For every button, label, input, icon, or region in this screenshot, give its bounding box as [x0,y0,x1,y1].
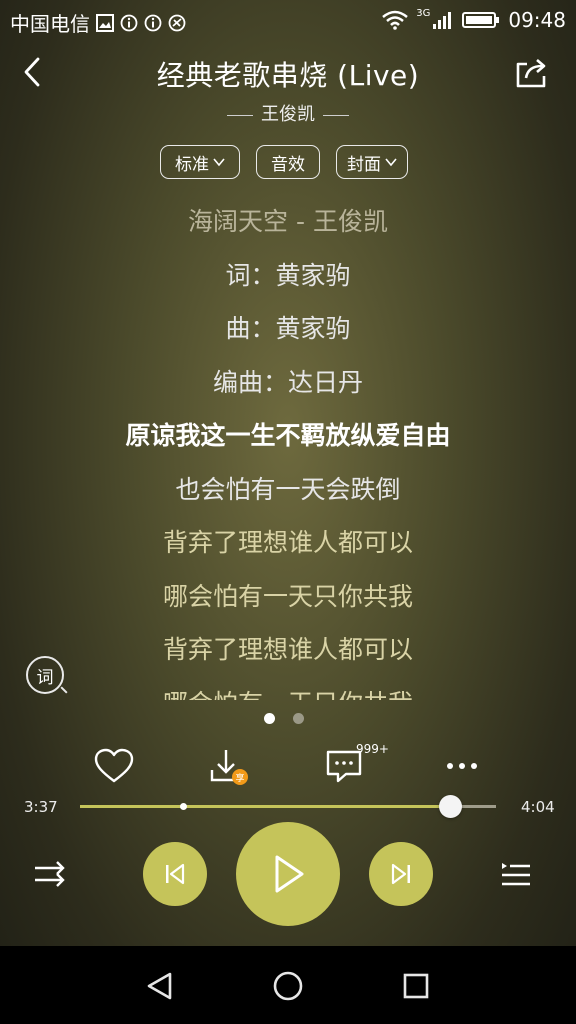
seek-thumb[interactable] [438,795,462,818]
previous-icon [166,863,185,885]
seek-bar[interactable] [80,795,496,818]
shuffle-icon [35,861,65,887]
play-icon [275,855,304,893]
info-icon [144,14,162,31]
status-right: 3G 09:48 [382,8,566,32]
info-icon [120,14,138,31]
next-button[interactable] [369,842,433,906]
artist-row: 王俊凯 [0,100,576,126]
square-recents-icon [403,973,429,999]
status-bar: 中国电信 3G 09:48 [0,0,576,40]
more-button[interactable] [438,742,486,790]
option-pills: 标准 音效 封面 [0,145,576,181]
lyric-line: 也会怕有一天会跌倒 [175,474,401,504]
nav-back-button[interactable] [140,966,180,1006]
status-left: 中国电信 [10,8,186,37]
buffer-marker [179,803,187,810]
page-dot[interactable] [293,713,304,724]
clock: 09:48 [508,8,566,32]
play-button[interactable] [236,822,340,926]
page-indicator [264,713,304,724]
lyrics-panel[interactable]: 海阔天空 - 王俊凯 词：黄家驹 曲：黄家驹 编曲：达日丹 原谅我这一生不羁放纵… [0,195,576,700]
total-time: 4:04 [521,798,555,816]
seek-bar-fill [80,805,450,808]
previous-button[interactable] [143,842,207,906]
elapsed-time: 3:37 [24,798,58,816]
comment-count: 999+ [356,742,389,756]
lyric-line: 哪会怕有一天只你共我 [162,581,413,611]
playback-controls [0,820,576,930]
action-row: 享 [0,742,576,790]
next-icon [391,863,410,885]
carrier-label: 中国电信 [10,12,90,36]
song-title: 经典老歌串烧 (Live) [156,59,420,92]
download-button[interactable]: 享 [202,742,250,790]
cover-label: 封面 [347,154,381,175]
quality-label: 标准 [175,154,209,175]
chevron-down-icon [385,158,397,167]
system-nav-bar [0,946,576,1024]
shuffle-button[interactable] [30,856,70,892]
sound-effect-label: 音效 [271,154,305,175]
lyric-line: 词：黄家驹 [225,260,351,290]
download-badge: 享 [232,769,248,785]
playlist-button[interactable] [498,856,534,892]
lyric-line-current: 原谅我这一生不羁放纵爱自由 [125,421,451,450]
more-icon [447,763,477,769]
network-type-label: 3G [416,7,431,19]
quality-select-button[interactable]: 标准 [160,145,240,179]
cover-select-button[interactable]: 封面 [336,145,408,179]
battery-icon [462,12,500,28]
like-button[interactable] [90,742,138,790]
lyric-line: 编曲：达日丹 [212,367,363,397]
divider [227,114,253,116]
heart-icon [94,748,134,783]
nav-recents-button[interactable] [396,966,436,1006]
gallery-icon [96,13,114,32]
sound-effect-button[interactable]: 音效 [256,145,320,179]
circle-home-icon [273,971,303,1001]
lyric-line: 曲：黄家驹 [225,314,351,343]
playlist-icon [502,863,530,886]
header: 经典老歌串烧 (Live) 王俊凯 [0,44,576,140]
lyric-line: 海阔天空 - 王俊凯 [188,207,388,236]
wifi-icon [382,10,409,30]
lyric-line: 背弃了理想谁人都可以 [162,528,413,557]
lyrics-search-button[interactable]: 词 [26,656,64,694]
lyric-line: 哪会怕有一天只你共我 [0,677,576,701]
signal-icon [433,12,452,29]
chevron-down-icon [213,158,225,167]
divider [323,114,349,116]
artist-name[interactable]: 王俊凯 [261,104,315,125]
share-icon[interactable] [514,54,550,90]
lyrics-toggle-label: 词 [36,667,54,688]
triangle-back-icon [147,972,172,1000]
nav-home-button[interactable] [268,966,308,1006]
page-dot-active[interactable] [264,713,275,724]
notification-icon [168,14,186,31]
lyric-line: 背弃了理想谁人都可以 [162,635,413,664]
